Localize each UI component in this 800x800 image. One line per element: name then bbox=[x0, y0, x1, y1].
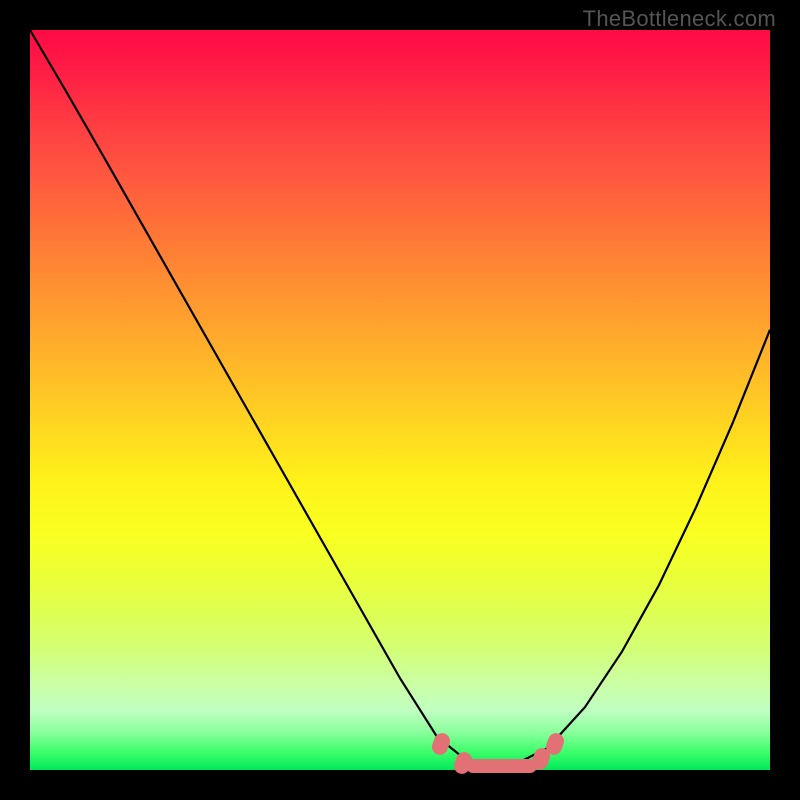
plot-area bbox=[30, 30, 770, 770]
watermark-text: TheBottleneck.com bbox=[583, 6, 776, 32]
marker bbox=[466, 759, 537, 773]
marker bbox=[429, 731, 452, 757]
marker bbox=[544, 731, 567, 757]
bottleneck-curve bbox=[30, 30, 770, 770]
marker bbox=[452, 750, 475, 776]
marker bbox=[529, 746, 552, 772]
